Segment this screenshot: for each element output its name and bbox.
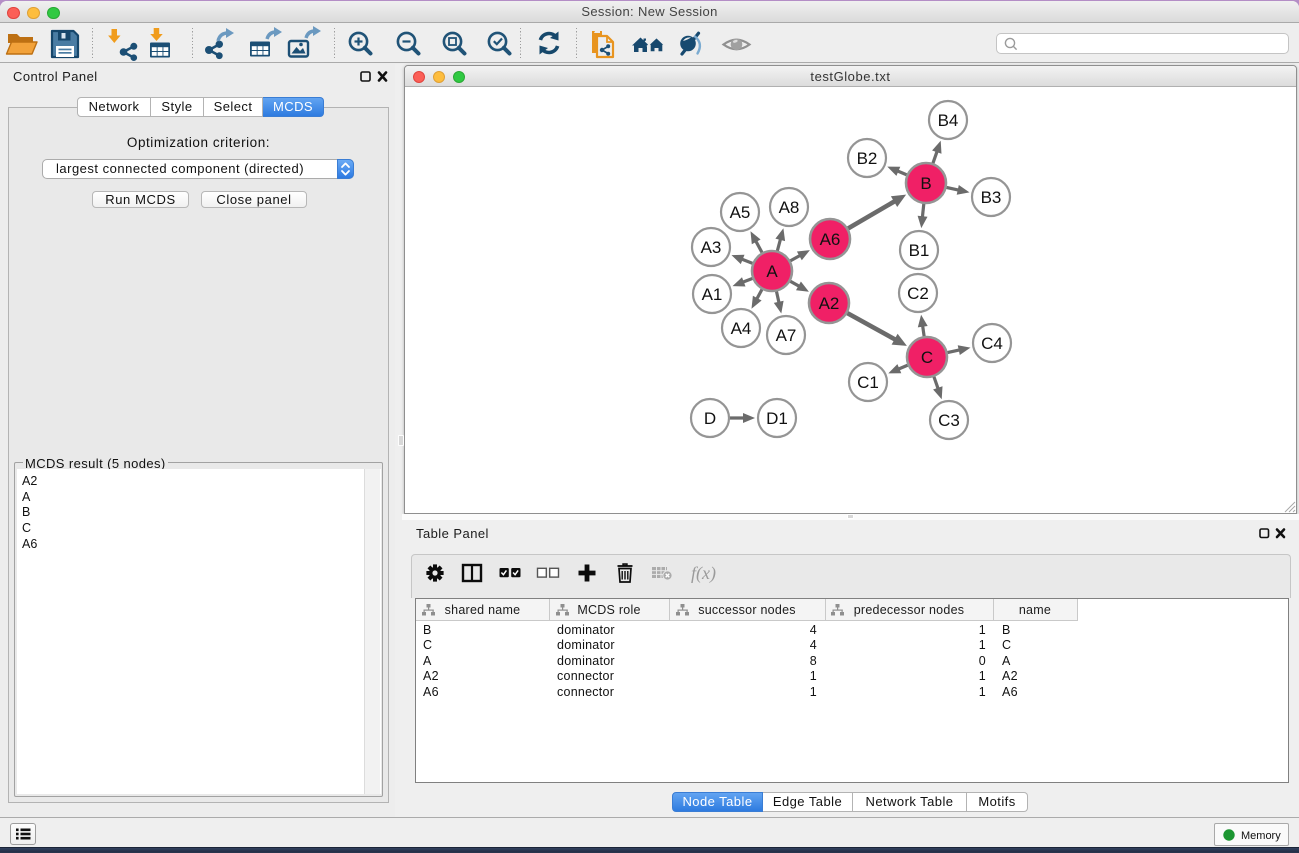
svg-text:A3: A3: [701, 238, 722, 257]
svg-text:D: D: [704, 409, 716, 428]
svg-text:B2: B2: [857, 149, 878, 168]
svg-text:Memory: Memory: [1241, 830, 1281, 842]
svg-text:C3: C3: [938, 411, 960, 430]
svg-text:A7: A7: [776, 326, 797, 345]
svg-text:C: C: [921, 348, 933, 367]
svg-text:D1: D1: [766, 409, 788, 428]
svg-text:A1: A1: [702, 285, 723, 304]
svg-text:C1: C1: [857, 373, 879, 392]
svg-text:f(x): f(x): [691, 563, 716, 584]
svg-text:A8: A8: [779, 198, 800, 217]
svg-text:B1: B1: [909, 241, 930, 260]
svg-text:A: A: [766, 262, 778, 281]
svg-text:A4: A4: [731, 319, 752, 338]
svg-text:C4: C4: [981, 334, 1003, 353]
svg-text:B3: B3: [981, 188, 1002, 207]
svg-text:A2: A2: [819, 294, 840, 313]
svg-text:B4: B4: [938, 111, 959, 130]
svg-text:B: B: [920, 174, 931, 193]
svg-text:C2: C2: [907, 284, 929, 303]
svg-text:A6: A6: [820, 230, 841, 249]
svg-text:A5: A5: [730, 203, 751, 222]
